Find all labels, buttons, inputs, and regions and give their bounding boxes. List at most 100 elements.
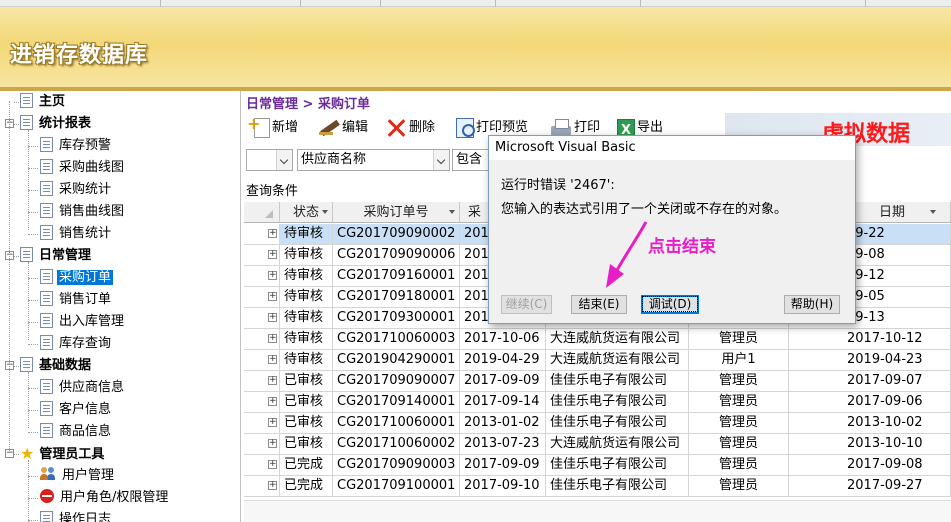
sort-dropdown-icon[interactable] — [449, 210, 455, 214]
cell-status[interactable]: 待审核 — [280, 350, 333, 371]
cell-supplier[interactable]: 大连威航货运有限公司 — [546, 434, 689, 455]
expand-row-icon[interactable]: + — [268, 418, 277, 427]
sort-dropdown-icon[interactable] — [930, 210, 936, 214]
cell-date2[interactable]: 2017-09-07 — [789, 371, 951, 392]
nav-item-15[interactable]: 商品信息 — [40, 422, 113, 442]
nav-item-18[interactable]: 用户角色/权限管理 — [40, 488, 170, 508]
help-button[interactable]: 帮助(H) — [784, 295, 840, 314]
cell-user[interactable]: 管理员 — [689, 413, 789, 434]
cell-status[interactable]: 已审核 — [280, 413, 333, 434]
cell-order_no[interactable]: CG201904290001 — [333, 350, 460, 371]
chevron-down-icon[interactable] — [433, 150, 449, 170]
continue-button[interactable]: 继续(C) — [501, 295, 552, 314]
cell-status[interactable]: 已完成 — [280, 455, 333, 476]
grid-select-all-corner[interactable] — [244, 202, 280, 223]
cell-date[interactable]: 2017-09-14 — [460, 392, 546, 413]
cell-date[interactable]: 2017-09-09 — [460, 455, 546, 476]
expand-row-icon[interactable]: + — [268, 292, 277, 301]
delete-button[interactable]: 删除 — [385, 113, 435, 143]
filter-column-select[interactable]: 供应商名称 — [297, 149, 450, 171]
nav-item-14[interactable]: 客户信息 — [40, 400, 113, 420]
nav-item-1[interactable]: 统计报表 — [20, 114, 93, 134]
nav-item-17[interactable]: 用户管理 — [40, 466, 116, 486]
cell-user[interactable]: 管理员 — [689, 455, 789, 476]
expand-row-icon[interactable]: + — [268, 460, 277, 469]
cell-date[interactable]: 2017-09-10 — [460, 476, 546, 497]
cell-date[interactable]: 2019-04-29 — [460, 350, 546, 371]
horizontal-scrollbar[interactable] — [244, 500, 951, 522]
cell-order_no[interactable]: CG201710060003 — [333, 329, 460, 350]
cell-supplier[interactable]: 佳佳乐电子有限公司 — [546, 476, 689, 497]
cell-status[interactable]: 已审核 — [280, 434, 333, 455]
cell-supplier[interactable]: 大连威航货运有限公司 — [546, 350, 689, 371]
column-header-order-no[interactable]: 采购订单号 — [333, 202, 460, 223]
new-button[interactable]: 新增 — [247, 109, 298, 143]
expand-row-icon[interactable]: + — [268, 250, 277, 259]
sort-dropdown-icon[interactable] — [322, 210, 328, 214]
expand-row-icon[interactable]: + — [268, 481, 277, 490]
expand-row-icon[interactable]: + — [268, 439, 277, 448]
cell-order_no[interactable]: CG201709090006 — [333, 245, 460, 266]
cell-date2[interactable]: 2019-04-23 — [789, 350, 951, 371]
nav-item-9[interactable]: 销售订单 — [40, 290, 113, 310]
cell-status[interactable]: 待审核 — [280, 308, 333, 329]
nav-item-12[interactable]: 基础数据 — [20, 356, 93, 376]
cell-supplier[interactable]: 佳佳乐电子有限公司 — [546, 455, 689, 476]
nav-item-5[interactable]: 销售曲线图 — [40, 202, 126, 222]
filter-operator-select[interactable]: 包含 — [452, 149, 492, 171]
expand-row-icon[interactable]: + — [268, 397, 277, 406]
cell-user[interactable]: 管理员 — [689, 392, 789, 413]
edit-button[interactable]: 编辑 — [318, 113, 368, 143]
cell-date[interactable]: 2013-07-23 — [460, 434, 546, 455]
nav-item-0[interactable]: 主页 — [20, 92, 67, 112]
nav-item-8[interactable]: 采购订单 — [40, 268, 114, 288]
cell-supplier[interactable]: 佳佳乐电子有限公司 — [546, 413, 689, 434]
nav-item-2[interactable]: 库存预警 — [40, 136, 113, 156]
nav-item-3[interactable]: 采购曲线图 — [40, 158, 126, 178]
cell-order_no[interactable]: CG201709090007 — [333, 371, 460, 392]
table-row[interactable]: + 已审核 CG201709090007 2017-09-09 佳佳乐电子有限公司 管理员… — [244, 371, 951, 392]
cell-order_no[interactable]: CG201710060002 — [333, 434, 460, 455]
cell-order_no[interactable]: CG201709160001 — [333, 266, 460, 287]
table-row[interactable]: + 待审核 CG201904290001 2019-04-29 大连威航货运有限公司 用户… — [244, 350, 951, 371]
expand-row-icon[interactable]: + — [268, 355, 277, 364]
table-row[interactable]: + 已审核 CG201710060001 2013-01-02 佳佳乐电子有限公司 管理员… — [244, 413, 951, 434]
expand-row-icon[interactable]: + — [268, 313, 277, 322]
nav-item-10[interactable]: 出入库管理 — [40, 312, 126, 332]
cell-order_no[interactable]: CG201709090003 — [333, 455, 460, 476]
cell-date2[interactable]: 2017-09-08 — [789, 455, 951, 476]
table-row[interactable]: + 已审核 CG201710060002 2013-07-23 大连威航货运有限公司 管理… — [244, 434, 951, 455]
end-button[interactable]: 结束(E) — [571, 295, 627, 314]
cell-supplier[interactable]: 佳佳乐电子有限公司 — [546, 371, 689, 392]
cell-status[interactable]: 待审核 — [280, 329, 333, 350]
nav-item-4[interactable]: 采购统计 — [40, 180, 113, 200]
cell-status[interactable]: 已审核 — [280, 392, 333, 413]
cell-user[interactable]: 管理员 — [689, 434, 789, 455]
filter-field-select[interactable] — [246, 149, 293, 171]
debug-button[interactable]: 调试(D) — [641, 295, 699, 314]
cell-order_no[interactable]: CG201709180001 — [333, 287, 460, 308]
cell-supplier[interactable]: 大连威航货运有限公司 — [546, 329, 689, 350]
cell-user[interactable]: 用户1 — [689, 350, 789, 371]
cell-date[interactable]: 2017-09-09 — [460, 371, 546, 392]
cell-user[interactable]: 管理员 — [689, 371, 789, 392]
table-row[interactable]: + 待审核 CG201710060003 2017-10-06 大连威航货运有限公司 管理… — [244, 329, 951, 350]
expand-row-icon[interactable]: + — [268, 271, 277, 280]
nav-item-16[interactable]: ★ 管理员工具 — [20, 444, 106, 464]
cell-date2[interactable]: 2013-10-10 — [789, 434, 951, 455]
cell-status[interactable]: 待审核 — [280, 224, 333, 245]
expand-row-icon[interactable]: + — [268, 376, 277, 385]
expand-row-icon[interactable]: + — [268, 334, 277, 343]
cell-status[interactable]: 已完成 — [280, 476, 333, 497]
cell-status[interactable]: 已审核 — [280, 371, 333, 392]
nav-item-6[interactable]: 销售统计 — [40, 224, 113, 244]
column-header-status[interactable]: 状态 — [280, 202, 333, 223]
table-row[interactable]: + 已审核 CG201709140001 2017-09-14 佳佳乐电子有限公司 管理员… — [244, 392, 951, 413]
nav-item-19[interactable]: 操作日志 — [40, 510, 113, 522]
expand-row-icon[interactable]: + — [268, 229, 277, 238]
table-row[interactable]: + 已完成 CG201709100001 2017-09-10 佳佳乐电子有限公司 管理员… — [244, 476, 951, 497]
cell-date2[interactable]: 2013-10-02 — [789, 413, 951, 434]
cell-status[interactable]: 待审核 — [280, 245, 333, 266]
table-row[interactable]: + 已完成 CG201709090003 2017-09-09 佳佳乐电子有限公司 管理员… — [244, 455, 951, 476]
cell-status[interactable]: 待审核 — [280, 266, 333, 287]
